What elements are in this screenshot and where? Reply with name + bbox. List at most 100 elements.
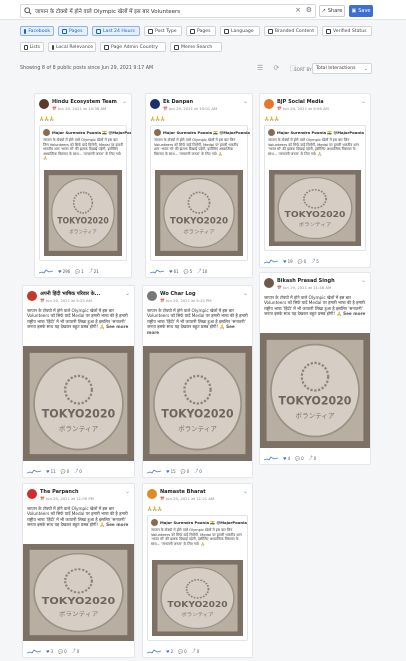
filter-chip-label: Pages bbox=[69, 28, 83, 34]
page-name[interactable]: BJP Social Media bbox=[277, 99, 324, 105]
page-name[interactable]: Wo Char Log bbox=[160, 291, 196, 297]
admin-country-icon bbox=[104, 44, 109, 50]
embedded-tweet[interactable]: Major Surendra Poonia 🇮🇳 @MajorPoonia जाप… bbox=[39, 125, 131, 261]
post-card[interactable]: The Parpanch 📅 Jun 29, 2021 at 11:09 PM ⌄ ज… bbox=[22, 483, 135, 658]
filter-chip-label: Post Type bbox=[155, 28, 177, 34]
filter-chip[interactable]: Last 24 Hours bbox=[92, 26, 140, 36]
page-name[interactable]: Bikash Prasad Singh bbox=[277, 278, 335, 284]
post-card[interactable]: Ek Danpan 📅 Jun 29, 2021 at 10:01 AM ⌄ 🙏🙏🙏 M… bbox=[145, 93, 253, 278]
embedded-tweet[interactable]: Major Surendra Poonia 🇮🇳 @MajorPoonia जाप… bbox=[150, 125, 250, 261]
filter-chip-label: Language bbox=[231, 28, 254, 34]
embedded-tweet[interactable]: Major Surendra Poonia 🇮🇳 @MajorPoonia जाप… bbox=[264, 125, 366, 251]
post-card[interactable]: Hindu Ecosystem Team 📅 Jun 29, 2021 at 10… bbox=[34, 93, 132, 278]
chevron-down-icon[interactable]: ⌄ bbox=[361, 98, 366, 105]
chevron-down-icon[interactable]: ⌄ bbox=[243, 290, 248, 297]
clear-icon[interactable]: × bbox=[295, 6, 301, 14]
medal-image[interactable]: TOKYO2020 ボランティア bbox=[155, 170, 243, 256]
meme-search-icon bbox=[174, 44, 179, 50]
avatar[interactable] bbox=[27, 489, 37, 499]
filter-chip[interactable]: Pages bbox=[58, 26, 88, 36]
shares-icon: ⤴ bbox=[194, 468, 199, 473]
svg-text:ボランティア: ボランティア bbox=[178, 425, 217, 433]
avatar bbox=[154, 129, 161, 136]
engagement-stats: ♥ 2 💬 0 ⤴ 0 bbox=[147, 648, 248, 654]
filter-chip-label: Verified Status bbox=[333, 28, 367, 34]
filter-chip[interactable]: Meme Search bbox=[170, 42, 222, 52]
page-name[interactable]: Hindu Ecosystem Team bbox=[52, 99, 117, 105]
see-more-link[interactable]: See more bbox=[106, 522, 128, 527]
filter-chip[interactable]: Branded Content bbox=[264, 26, 318, 36]
medal-image[interactable]: TOKYO2020 ボランティア bbox=[260, 333, 370, 448]
embedded-tweet[interactable]: Major Surendra Poonia 🇮🇳 @MajorPoonia जाप… bbox=[147, 515, 248, 641]
medal-image[interactable]: TOKYO2020 ボランティア bbox=[143, 346, 252, 461]
svg-text:TOKYO2020: TOKYO2020 bbox=[279, 394, 352, 407]
avatar[interactable] bbox=[27, 291, 37, 301]
avatar[interactable] bbox=[39, 99, 49, 109]
reactions-count: 11 bbox=[50, 468, 56, 474]
tweet-author: Major Surendra Poonia 🇮🇳 @MajorPoonia bbox=[52, 130, 132, 135]
svg-text:ボランティア: ボランティア bbox=[181, 612, 213, 618]
filter-chip[interactable]: Page Admin Country bbox=[100, 42, 166, 52]
chevron-down-icon: ⌄ bbox=[363, 66, 368, 72]
chevron-down-icon[interactable]: ⌄ bbox=[125, 488, 130, 495]
shares-icon: ⤴ bbox=[71, 648, 76, 653]
chevron-down-icon[interactable]: ⌄ bbox=[122, 98, 127, 105]
filter-chip[interactable]: Post Type bbox=[144, 26, 182, 36]
filter-chip[interactable]: Pages bbox=[186, 26, 216, 36]
page-name[interactable]: अपनी हिंदी भाषिक परिवार के... bbox=[40, 291, 100, 297]
reactions-count: 2 bbox=[170, 648, 174, 654]
sparkline-icon bbox=[264, 455, 278, 461]
chevron-down-icon[interactable]: ⌄ bbox=[125, 290, 130, 297]
post-date: 📅 Jun 29, 2021 at 10:01 AM bbox=[163, 106, 218, 111]
tweet-text: जापान के टोक्यो में होने वाले Olympic खे… bbox=[43, 138, 123, 161]
post-card[interactable]: अपनी हिंदी भाषिक परिवार के... 📅 Jun 29, 2… bbox=[22, 285, 135, 478]
avatar[interactable] bbox=[264, 278, 274, 288]
local-relevance-icon bbox=[52, 44, 54, 50]
filter-chip-label: Last 24 Hours bbox=[103, 28, 135, 34]
filter-chip[interactable]: Lists bbox=[20, 42, 44, 52]
filter-chip[interactable]: Verified Status bbox=[322, 26, 372, 36]
page-name[interactable]: Namaste Bharat bbox=[160, 489, 206, 495]
share-label: Share bbox=[327, 8, 343, 14]
post-text: जापान के टोक्यो में होने वाले Olympic खे… bbox=[27, 506, 129, 528]
medal-image[interactable]: TOKYO2020 ボランティア bbox=[44, 170, 122, 256]
medal-image[interactable]: TOKYO2020 ボランティア bbox=[152, 560, 243, 636]
page-name[interactable]: The Parpanch bbox=[40, 489, 79, 495]
engagement-stats: ♥ 19 💬 0 ⤴ 5 bbox=[264, 258, 366, 264]
see-more-link[interactable]: See more bbox=[106, 324, 128, 329]
filter-chip[interactable]: Local Relevance bbox=[48, 42, 96, 52]
svg-text:TOKYO2020: TOKYO2020 bbox=[161, 407, 233, 420]
shares-icon: ⤴ bbox=[308, 455, 313, 460]
medal-image[interactable]: TOKYO2020 ボランティア bbox=[269, 170, 361, 246]
filter-chip[interactable]: Language bbox=[220, 26, 260, 36]
settings-icon[interactable]: ⚙ bbox=[306, 6, 312, 14]
engagement-stats: ♥ 11 💬 0 ⤴ 0 bbox=[27, 468, 130, 474]
shares-count: 0 bbox=[313, 455, 317, 461]
avatar[interactable] bbox=[147, 489, 157, 499]
post-card[interactable]: Bikash Prasad Singh 📅 Jun 29, 2021 at 11:… bbox=[259, 272, 371, 465]
chevron-down-icon[interactable]: ⌄ bbox=[243, 488, 248, 495]
avatar[interactable] bbox=[147, 291, 157, 301]
page-name[interactable]: Ek Danpan bbox=[163, 99, 193, 105]
search-input[interactable]: जापान के टोक्यो में होने वाले Olympic खे… bbox=[20, 4, 316, 18]
post-card[interactable]: Namaste Bharat 📅 Jun 29, 2021 at 11:21 AM… bbox=[142, 483, 253, 658]
sort-select[interactable]: Total Interactions ⌄ bbox=[312, 63, 372, 74]
avatar[interactable] bbox=[150, 99, 160, 109]
medal-image[interactable]: TOKYO2020 ボランティア bbox=[23, 346, 134, 461]
share-button[interactable]: ↗ Share bbox=[319, 5, 345, 17]
chevron-down-icon[interactable]: ⌄ bbox=[243, 98, 248, 105]
post-date: 📅 Jun 29, 2021 at 9:15 PM bbox=[160, 298, 212, 303]
chevron-down-icon[interactable]: ⌄ bbox=[361, 277, 366, 284]
avatar[interactable] bbox=[264, 99, 274, 109]
see-more-link[interactable]: See more bbox=[343, 311, 365, 316]
post-card[interactable]: BJP Social Media 📅 Jun 29, 2021 at 9:56 A… bbox=[259, 93, 371, 268]
medal-image[interactable]: TOKYO2020 ボランティア bbox=[23, 544, 134, 641]
post-card[interactable]: Wo Char Log 📅 Jun 29, 2021 at 9:15 PM ⌄ जाप… bbox=[142, 285, 253, 478]
language-icon bbox=[224, 28, 229, 34]
save-label: Save bbox=[358, 8, 371, 14]
save-button[interactable]: ▣ Save bbox=[349, 5, 373, 17]
tweet-author: Major Surendra Poonia 🇮🇳 @MajorPoonia bbox=[160, 520, 247, 525]
filter-chip[interactable]: Facebook bbox=[20, 26, 54, 36]
svg-text:TOKYO2020: TOKYO2020 bbox=[42, 407, 116, 420]
sparkline-icon bbox=[264, 258, 278, 264]
